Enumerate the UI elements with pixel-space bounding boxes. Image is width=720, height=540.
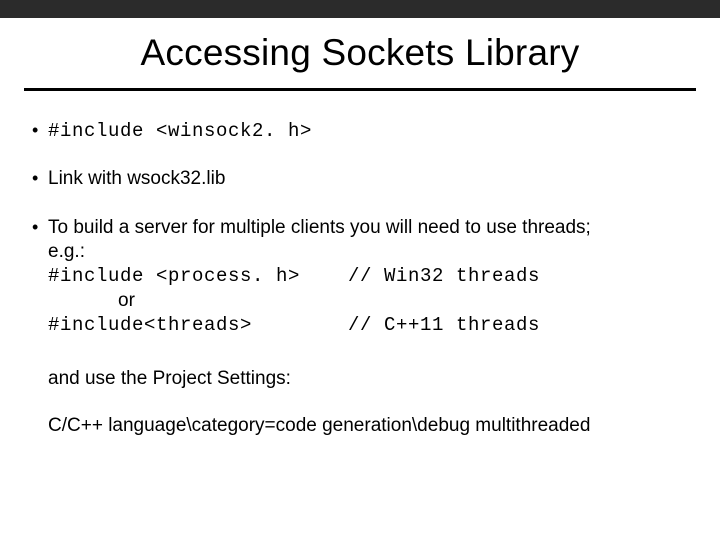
or-text: or bbox=[48, 289, 688, 313]
settings-intro: and use the Project Settings: bbox=[48, 367, 688, 391]
slide-title: Accessing Sockets Library bbox=[60, 32, 660, 74]
top-bar bbox=[0, 0, 720, 18]
bullet-dot: • bbox=[32, 119, 48, 143]
bullet-3: • To build a server for multiple clients… bbox=[32, 216, 688, 438]
bullet-dot: • bbox=[32, 216, 48, 438]
settings-path: C/C++ language\category=code generation\… bbox=[48, 414, 688, 438]
bullet-3-intro-line2: e.g.: bbox=[48, 240, 688, 264]
include-row-1: #include <process. h> // Win32 threads bbox=[48, 264, 688, 288]
bullet-1: • #include <winsock2. h> bbox=[32, 119, 688, 143]
include-2: #include<threads> bbox=[48, 313, 348, 337]
bullet-2-text: Link with wsock32.lib bbox=[48, 167, 688, 191]
bullet-dot: • bbox=[32, 167, 48, 191]
include-2-comment: // C++11 threads bbox=[348, 313, 688, 337]
slide: Accessing Sockets Library • #include <wi… bbox=[0, 0, 720, 540]
bullet-3-intro-line1: To build a server for multiple clients y… bbox=[48, 216, 688, 240]
include-row-2: #include<threads> // C++11 threads bbox=[48, 313, 688, 337]
slide-content: • #include <winsock2. h> • Link with wso… bbox=[0, 91, 720, 438]
include-1-comment: // Win32 threads bbox=[348, 264, 688, 288]
title-wrap: Accessing Sockets Library bbox=[0, 18, 720, 82]
bullet-3-body: To build a server for multiple clients y… bbox=[48, 216, 688, 438]
bullet-2: • Link with wsock32.lib bbox=[32, 167, 688, 191]
include-1: #include <process. h> bbox=[48, 264, 348, 288]
bullet-1-text: #include <winsock2. h> bbox=[48, 119, 688, 143]
